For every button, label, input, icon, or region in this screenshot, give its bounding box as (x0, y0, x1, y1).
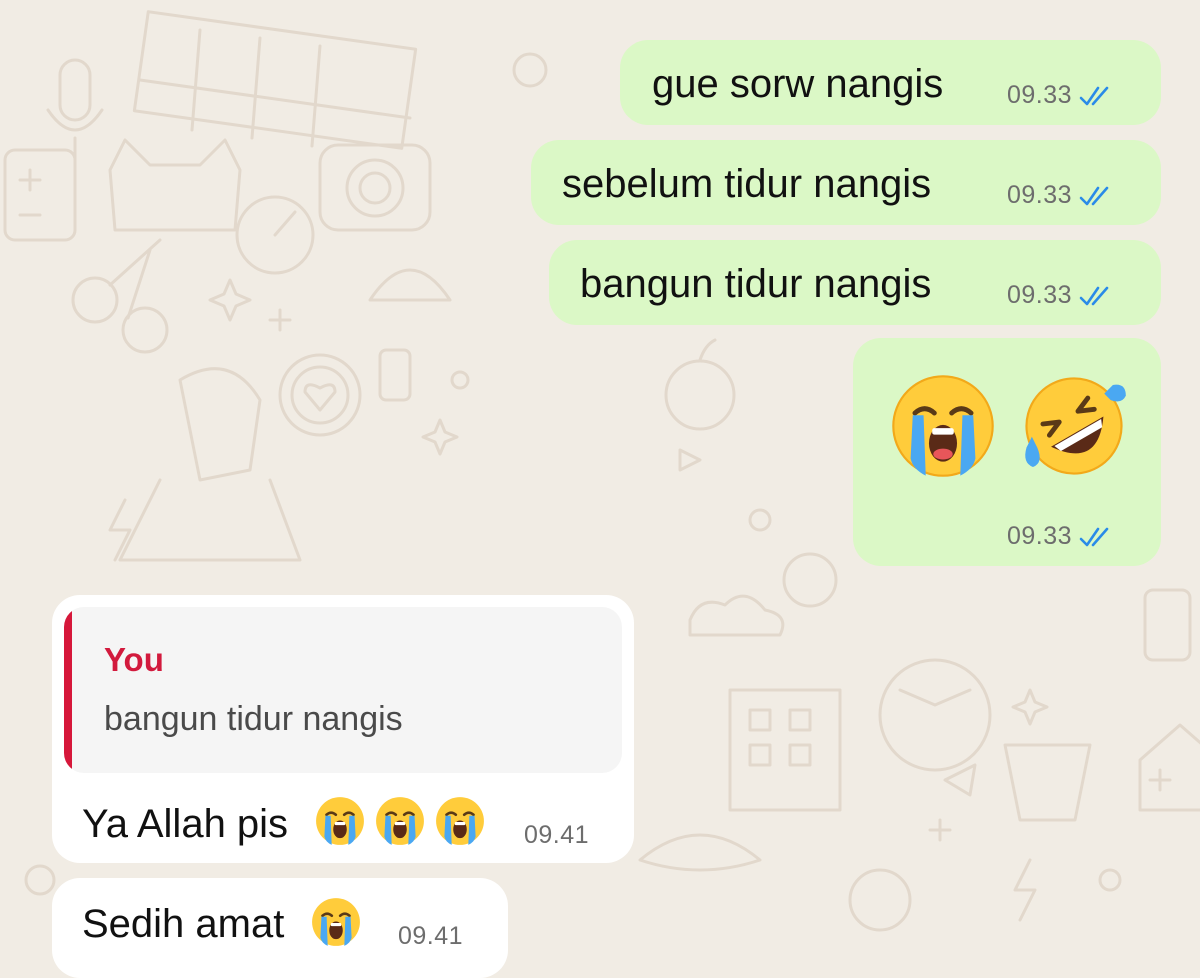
loudly-crying-face-emoji (376, 797, 424, 845)
inline-emoji-group (314, 795, 486, 847)
message-text: Ya Allah pis (82, 802, 289, 846)
loudly-crying-face-emoji (312, 898, 360, 946)
rolling-on-floor-laughing-emoji (1025, 377, 1126, 475)
incoming-reply-message[interactable]: You bangun tidur nangis Ya Allah pis 09.… (52, 595, 634, 863)
message-text: gue sorw nangis (652, 62, 944, 106)
double-check-icon (1079, 286, 1109, 305)
message-meta: 09.33 (1007, 524, 1114, 549)
double-check-icon (1079, 86, 1109, 105)
message-time: 09.33 (1007, 81, 1073, 109)
message-meta: 09.33 (1007, 83, 1114, 108)
message-time: 09.41 (398, 922, 464, 950)
message-text: Sedih amat (82, 902, 285, 946)
outgoing-message[interactable]: sebelum tidur nangis 09.33 (531, 140, 1161, 225)
outgoing-message[interactable]: bangun tidur nangis 09.33 (549, 240, 1161, 325)
message-text: bangun tidur nangis (580, 262, 932, 306)
message-meta: 09.41 (524, 823, 589, 848)
double-check-icon (1079, 186, 1109, 205)
loudly-crying-face-emoji (316, 797, 364, 845)
outgoing-emoji-message[interactable]: 09.33 (853, 338, 1161, 566)
message-meta: 09.33 (1007, 283, 1114, 308)
loudly-crying-face-emoji (892, 375, 994, 477)
quoted-message[interactable]: You bangun tidur nangis (64, 607, 622, 773)
incoming-message[interactable]: Sedih amat 09.41 (52, 878, 508, 978)
message-time: 09.41 (524, 821, 590, 849)
message-text: sebelum tidur nangis (562, 162, 932, 206)
message-time: 09.33 (1007, 281, 1073, 309)
quote-accent-bar (64, 607, 72, 773)
quote-author: You (104, 641, 164, 678)
message-time: 09.33 (1007, 522, 1073, 550)
message-meta: 09.41 (398, 924, 463, 949)
double-check-icon (1079, 527, 1109, 546)
quote-text: bangun tidur nangis (104, 700, 403, 738)
message-meta: 09.33 (1007, 183, 1114, 208)
loudly-crying-face-emoji (436, 797, 484, 845)
message-time: 09.33 (1007, 181, 1073, 209)
chat-message-list: gue sorw nangis 09.33 sebelum tidur nang… (0, 0, 1200, 978)
outgoing-message[interactable]: gue sorw nangis 09.33 (620, 40, 1161, 125)
